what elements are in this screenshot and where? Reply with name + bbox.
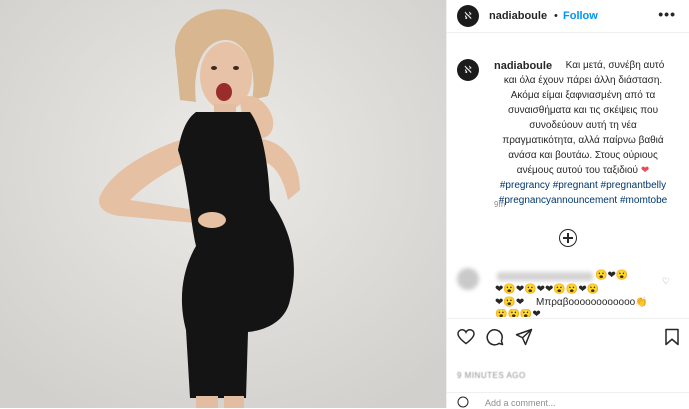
like-heart-icon[interactable] [457, 329, 475, 345]
commenter-avatar[interactable] [457, 268, 479, 290]
author-avatar[interactable]: ℵ [457, 5, 479, 27]
hashtag[interactable]: #momtobe [620, 195, 667, 206]
post-actions-bar [447, 318, 689, 355]
add-comment-bar[interactable]: Add a comment... [447, 392, 689, 409]
hashtag[interactable]: #pregnancyannouncement [499, 195, 617, 206]
follow-button[interactable]: Follow [563, 10, 598, 22]
add-comment-input[interactable]: Add a comment... [485, 398, 556, 408]
caption-text: Και μετά, συνέβη αυτό και όλα έχουν πάρε… [502, 60, 665, 176]
comment-emoji-line: 😮❤😮 [595, 270, 629, 281]
emoji-smiley-icon[interactable] [457, 396, 469, 408]
hashtag[interactable]: #pregrancy [500, 180, 550, 191]
heart-emoji: ❤ [640, 165, 650, 176]
comment-emoji-line: 😮😮😮❤ [495, 309, 541, 317]
hashtag[interactable]: #pregnantbelly [601, 180, 667, 191]
pregnant-woman-photo [0, 0, 446, 408]
separator-dot: • [554, 10, 558, 22]
like-comment-icon[interactable]: ♡ [662, 276, 670, 287]
clap-emoji: 👏 [635, 297, 648, 308]
post-details-panel: ℵ nadiaboule • Follow ••• ℵ nadiaboule Κ… [446, 0, 689, 408]
comment-text-value: Μπραβοοοοοοοοοοοο [536, 297, 636, 308]
save-bookmark-icon[interactable] [664, 328, 680, 346]
avatar-glyph: ℵ [464, 64, 472, 76]
comment-bubble-icon[interactable] [486, 328, 504, 346]
load-more-comments-icon[interactable] [559, 229, 577, 247]
avatar-glyph: ℵ [464, 10, 472, 22]
comment-emoji-line: ❤😮❤😮❤❤😮😮❤😮 [495, 284, 600, 295]
commenter-name-blurred [497, 272, 593, 281]
post-time-ago: 9 MINUTES AGO [457, 371, 526, 380]
hashtag[interactable]: #pregnant [553, 180, 598, 191]
author-username[interactable]: nadiaboule [489, 10, 547, 22]
post-header: ℵ nadiaboule • Follow ••• [447, 0, 689, 33]
share-paper-plane-icon[interactable] [515, 328, 533, 346]
post-caption: Και μετά, συνέβη αυτό και όλα έχουν πάρε… [494, 58, 672, 208]
caption-timestamp: 9m [494, 200, 506, 209]
caption-author-avatar[interactable]: ℵ [457, 59, 479, 81]
more-options-icon[interactable]: ••• [658, 6, 676, 22]
post-photo[interactable] [0, 0, 446, 408]
comment-emoji-line: ❤😮❤ [495, 297, 525, 308]
comment-text: Μπραβοοοοοοοοοοοο👏 [536, 297, 648, 308]
